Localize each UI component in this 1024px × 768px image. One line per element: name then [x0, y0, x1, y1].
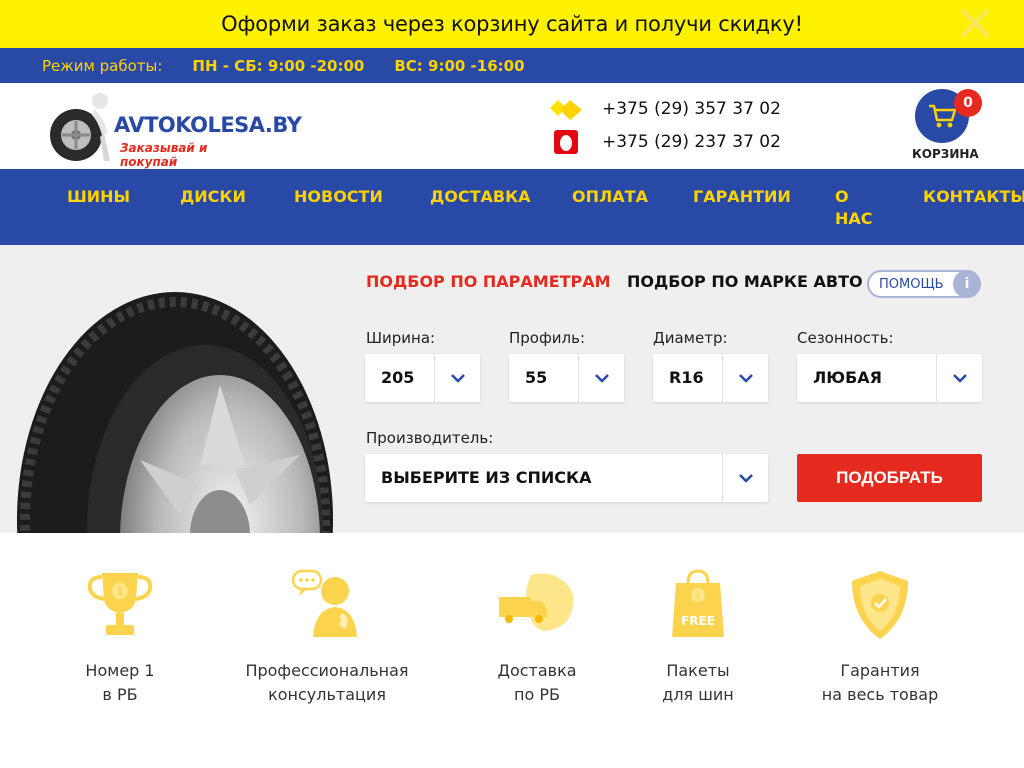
help-button[interactable]: ПОМОЩЬ i — [867, 270, 981, 298]
feature-tire-bags: 1 FREE Пакеты для шин — [598, 569, 798, 707]
working-hours-bar: Режим работы: ПН - СБ: 9:00 -20:00 ВС: 9… — [0, 48, 1024, 83]
width-value: 205 — [381, 368, 415, 387]
cart-button[interactable]: 0 КОРЗИНА — [908, 89, 988, 169]
manufacturer-label: Производитель: — [366, 429, 494, 447]
nav-item-tires[interactable]: ШИНЫ — [67, 186, 130, 208]
feature-text: Пакеты для шин — [598, 659, 798, 707]
chevron-down-icon — [722, 354, 768, 402]
chevron-down-icon — [936, 354, 982, 402]
phone-number: +375 (29) 237 37 02 — [602, 132, 781, 152]
manufacturer-value: ВЫБЕРИТЕ ИЗ СПИСКА — [381, 468, 592, 487]
velcom-icon — [548, 95, 584, 123]
chevron-down-icon — [434, 354, 480, 402]
profile-select[interactable]: 55 — [509, 354, 624, 402]
feature-text: Номер 1 в РБ — [20, 659, 220, 707]
site-logo[interactable]: AVTOKOLESA.BY Заказывай и покупай — [48, 89, 302, 169]
chevron-down-icon — [578, 354, 624, 402]
free-bag-icon: 1 FREE — [672, 569, 724, 637]
feature-line: Профессиональная — [245, 661, 409, 680]
tab-search-by-params[interactable]: ПОДБОР ПО ПАРАМЕТРАМ — [366, 272, 611, 291]
feature-text: Гарантия на весь товар — [780, 659, 980, 707]
promo-text: Оформи заказ через корзину сайта и получ… — [221, 12, 803, 36]
hours-sunday: ВС: 9:00 -16:00 — [394, 56, 525, 75]
season-select[interactable]: ЛЮБАЯ — [797, 354, 982, 402]
nav-item-wheels[interactable]: ДИСКИ — [180, 186, 246, 208]
season-label: Сезонность: — [797, 329, 894, 347]
season-value: ЛЮБАЯ — [813, 368, 882, 387]
nav-item-delivery[interactable]: ДОСТАВКА — [430, 186, 531, 208]
close-icon[interactable] — [958, 6, 992, 40]
nav-item-guarantees[interactable]: ГАРАНТИИ — [693, 186, 791, 208]
tab-search-by-car[interactable]: ПОДБОР ПО МАРКЕ АВТО — [627, 272, 863, 291]
free-label: FREE — [681, 614, 715, 628]
chevron-down-icon — [722, 454, 768, 502]
mts-icon — [548, 128, 584, 156]
feature-line: в РБ — [102, 685, 138, 704]
width-label: Ширина: — [366, 329, 436, 347]
nav-item-about[interactable]: О НАС — [835, 186, 875, 230]
tire-mascot-icon — [50, 93, 110, 161]
tire-search-panel: ПОДБОР ПО ПАРАМЕТРАМ ПОДБОР ПО МАРКЕ АВТ… — [0, 245, 1024, 533]
cart-label: КОРЗИНА — [912, 147, 979, 161]
site-header: AVTOKOLESA.BY Заказывай и покупай +375 (… — [0, 83, 1024, 169]
promo-bar: Оформи заказ через корзину сайта и получ… — [0, 0, 1024, 48]
feature-line: Номер 1 — [85, 661, 155, 680]
shield-check-icon — [852, 571, 908, 639]
feature-line: Гарантия — [840, 661, 920, 680]
svg-text:1: 1 — [116, 585, 124, 598]
width-select[interactable]: 205 — [365, 354, 480, 402]
phone-number: +375 (29) 357 37 02 — [602, 99, 781, 119]
profile-label: Профиль: — [509, 329, 586, 347]
manufacturer-select[interactable]: ВЫБЕРИТЕ ИЗ СПИСКА — [365, 454, 768, 502]
tire-image — [17, 292, 333, 533]
feature-line: консультация — [268, 685, 386, 704]
hours-label: Режим работы: — [42, 56, 163, 75]
feature-guarantee: Гарантия на весь товар — [780, 569, 980, 707]
feature-number-one: 1 Номер 1 в РБ — [20, 569, 220, 707]
trophy-icon: 1 — [87, 573, 153, 635]
consultant-icon — [291, 569, 357, 637]
feature-line: на весь товар — [821, 685, 939, 704]
hours-weekdays: ПН - СБ: 9:00 -20:00 — [192, 56, 365, 75]
help-label: ПОМОЩЬ — [879, 277, 944, 292]
feature-text: Профессиональная консультация — [227, 659, 427, 707]
delivery-truck-icon — [499, 573, 574, 631]
diameter-label: Диаметр: — [653, 329, 728, 347]
feature-consultation: Профессиональная консультация — [227, 569, 427, 707]
nav-item-news[interactable]: НОВОСТИ — [294, 186, 383, 208]
diameter-select[interactable]: R16 — [653, 354, 768, 402]
bag-digit: 1 — [695, 591, 701, 601]
info-icon: i — [953, 270, 981, 298]
cart-count-badge: 0 — [954, 89, 982, 117]
find-tires-button[interactable]: ПОДОБРАТЬ — [797, 454, 982, 502]
phone-velcom[interactable]: +375 (29) 357 37 02 — [548, 95, 781, 123]
diameter-value: R16 — [669, 368, 704, 387]
nav-item-payment[interactable]: ОПЛАТА — [572, 186, 648, 208]
features-section: 1 Номер 1 в РБ Профессиональная консульт… — [0, 533, 1024, 768]
logo-name: AVTOKOLESA.BY — [114, 113, 302, 137]
phone-mts[interactable]: +375 (29) 237 37 02 — [548, 128, 781, 156]
profile-value: 55 — [525, 368, 548, 387]
logo-tagline: Заказывай и покупай — [120, 141, 208, 169]
nav-item-contacts[interactable]: КОНТАКТЫ — [923, 186, 1024, 208]
main-nav: ШИНЫ ДИСКИ НОВОСТИ ДОСТАВКА ОПЛАТА ГАРАН… — [0, 169, 1024, 245]
feature-line: Пакеты — [666, 661, 730, 680]
feature-line: для шин — [662, 685, 734, 704]
